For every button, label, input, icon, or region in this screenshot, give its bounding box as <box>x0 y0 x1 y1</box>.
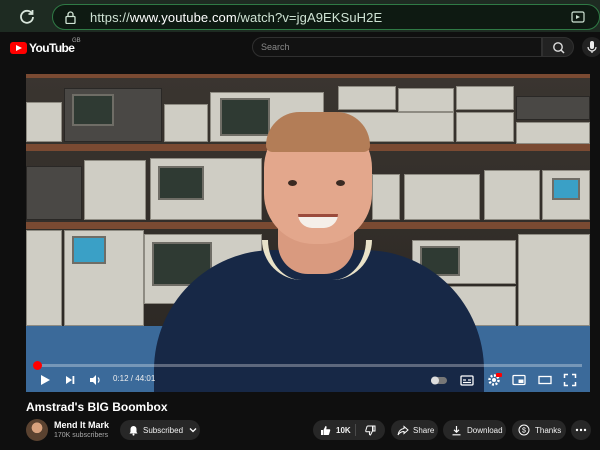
dislike-button[interactable] <box>364 425 376 436</box>
like-divider <box>355 424 356 436</box>
instrument <box>84 160 146 220</box>
volume-button[interactable] <box>88 373 102 387</box>
download-label: Download <box>467 425 503 435</box>
search-input[interactable]: Search <box>252 37 542 57</box>
like-button[interactable]: 10K <box>320 425 351 436</box>
share-label: Share <box>413 425 435 435</box>
fullscreen-icon <box>563 373 577 387</box>
instrument <box>26 102 62 142</box>
instrument <box>518 234 590 326</box>
thanks-button[interactable]: $ Thanks <box>512 420 566 440</box>
youtube-logo[interactable]: YouTube GB <box>10 38 81 55</box>
share-button[interactable]: Share <box>391 420 438 440</box>
instrument <box>516 122 590 144</box>
miniplayer-button[interactable] <box>512 373 526 387</box>
instrument <box>164 104 208 142</box>
time-display: 0:12 / 44:01 <box>113 374 156 383</box>
more-actions-button[interactable] <box>571 420 591 440</box>
progress-bar[interactable] <box>33 361 582 370</box>
instrument <box>338 86 396 110</box>
autoplay-toggle[interactable] <box>430 373 448 387</box>
channel-name[interactable]: Mend It Mark <box>54 420 109 430</box>
volume-icon <box>90 375 100 385</box>
subscribed-button[interactable]: Subscribed <box>120 420 200 440</box>
shelf <box>26 74 590 78</box>
svg-text:$: $ <box>522 428 526 435</box>
youtube-header: YouTube GB Search <box>0 32 600 62</box>
url-path: /watch?v=jgA9EKSuH2E <box>236 10 383 25</box>
instrument <box>484 170 540 220</box>
next-icon <box>66 376 75 384</box>
presenter-eye <box>288 180 297 186</box>
thanks-icon: $ <box>518 424 530 436</box>
more-icon <box>575 428 587 432</box>
play-icon <box>41 375 50 385</box>
share-icon <box>397 424 409 435</box>
lock-icon[interactable] <box>65 11 76 25</box>
video-player[interactable] <box>26 74 590 392</box>
mic-icon <box>587 41 597 53</box>
theater-icon <box>538 375 552 385</box>
instrument-screen <box>552 178 580 200</box>
theater-mode-button[interactable] <box>538 373 552 387</box>
chevron-down-icon <box>189 428 197 433</box>
instrument <box>26 166 82 220</box>
download-button[interactable]: Download <box>443 420 506 440</box>
url-prefix: https:// <box>90 10 130 25</box>
instrument <box>404 174 480 220</box>
scrubber-handle[interactable] <box>33 361 42 370</box>
instrument <box>456 86 514 110</box>
instrument <box>372 174 400 220</box>
like-dislike-group: 10K <box>313 420 385 440</box>
settings-icon <box>488 373 502 386</box>
instrument-screen <box>72 94 114 126</box>
thumbs-up-icon <box>321 425 331 435</box>
settings-button[interactable] <box>487 373 502 387</box>
search-button[interactable] <box>542 37 574 57</box>
subtitles-button[interactable] <box>460 373 474 387</box>
youtube-logo-icon <box>10 42 27 54</box>
presenter-eye <box>336 180 345 186</box>
instrument <box>516 96 590 120</box>
bell-icon <box>129 425 138 436</box>
avatar[interactable] <box>26 419 48 441</box>
instrument-screen <box>158 166 204 200</box>
subscribed-label: Subscribed <box>143 425 184 435</box>
subscriber-count: 170K subscribers <box>54 432 109 439</box>
thanks-label: Thanks <box>535 425 562 435</box>
fullscreen-button[interactable] <box>563 373 577 387</box>
logo-text: YouTube <box>29 41 75 55</box>
instrument <box>456 112 514 142</box>
presenter-hair <box>266 112 370 152</box>
current-time: 0:12 <box>113 374 129 383</box>
search-icon <box>553 42 565 54</box>
like-count: 10K <box>336 425 351 435</box>
instrument <box>26 230 62 326</box>
play-button[interactable] <box>38 373 52 387</box>
duration: 44:01 <box>135 374 156 383</box>
reload-icon[interactable] <box>18 8 36 26</box>
address-bar[interactable]: https://www.youtube.com/watch?v=jgA9EKSu… <box>52 4 600 30</box>
download-icon <box>452 425 461 435</box>
subtitles-icon <box>460 375 474 386</box>
voice-search-button[interactable] <box>582 37 600 57</box>
url-host: www.youtube.com <box>129 10 237 25</box>
video-title: Amstrad's BIG Boombox <box>26 400 168 414</box>
country-code: GB <box>72 38 81 44</box>
browser-toolbar: https://www.youtube.com/watch?v=jgA9EKSu… <box>0 0 600 32</box>
url-text: https://www.youtube.com/watch?v=jgA9EKSu… <box>90 10 382 25</box>
thumbs-down-icon <box>364 425 376 436</box>
site-settings-icon[interactable] <box>571 11 585 24</box>
miniplayer-icon <box>512 374 526 386</box>
instrument-screen <box>72 236 106 264</box>
next-button[interactable] <box>63 373 77 387</box>
instrument <box>398 88 454 112</box>
search-placeholder: Search <box>261 42 290 52</box>
instrument-screen <box>220 98 270 136</box>
